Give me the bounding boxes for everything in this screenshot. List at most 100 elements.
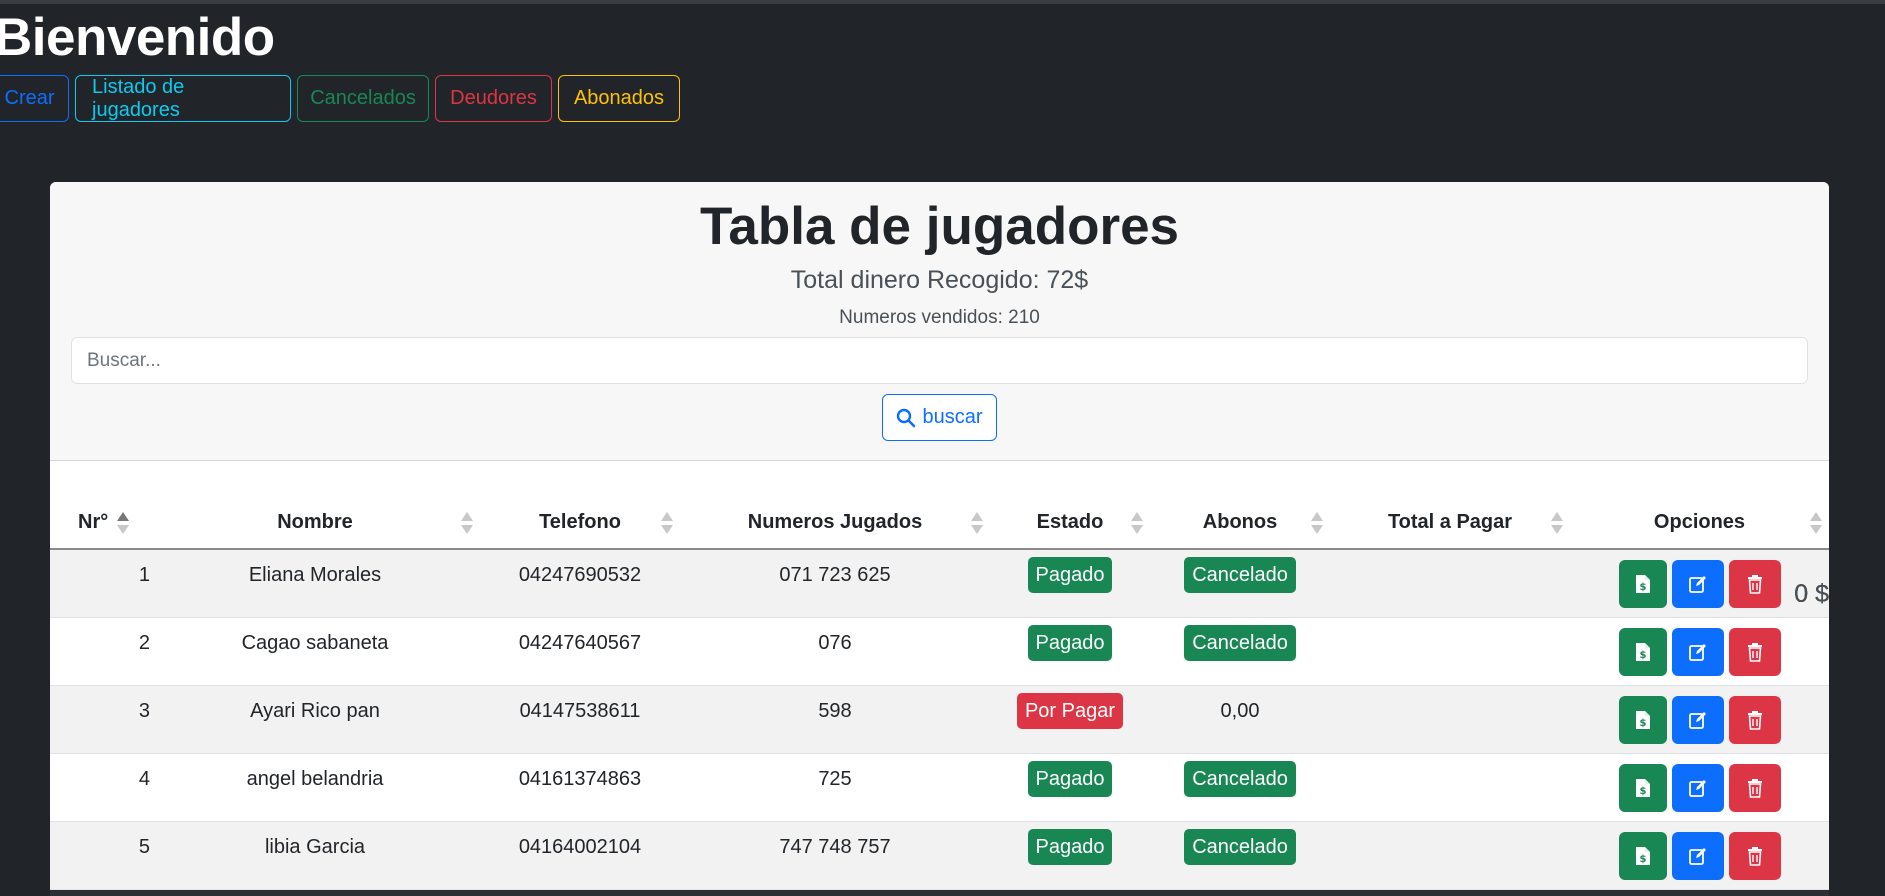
search-button-label: buscar: [922, 406, 983, 428]
cell-telefono: 04147538611: [519, 699, 641, 722]
estado-badge: Pagado: [1027, 624, 1113, 661]
cell-opciones: $: [1570, 753, 1829, 821]
players-table: Nr° Nombre Telefono Numeros Jugados Esta…: [50, 482, 1829, 890]
cell-telefono: 04164002104: [518, 835, 642, 858]
edit-button[interactable]: [1671, 831, 1724, 880]
abonos-value: Cancelado: [1184, 828, 1296, 865]
sort-icon: [1311, 512, 1323, 534]
table-row: 4 angel belandria 04161374863 725 Pagado…: [50, 580, 1829, 821]
cell-nr: 4: [138, 767, 150, 790]
column-header-abonos[interactable]: Abonos: [1150, 482, 1330, 549]
cell-nr: 3: [138, 699, 150, 722]
sort-icon: [461, 512, 473, 534]
edit-button[interactable]: [1671, 695, 1724, 744]
sort-icon: [1551, 512, 1563, 534]
cell-numeros: 725: [818, 767, 852, 790]
search-icon: [897, 408, 916, 427]
table-header-row: Nr° Nombre Telefono Numeros Jugados Esta…: [50, 482, 1829, 549]
cell-nombre: Ayari Rico pan: [250, 699, 380, 722]
estado-badge: Por Pagar: [1016, 692, 1124, 729]
card-header: Tabla de jugadores Total dinero Recogido…: [50, 182, 1829, 461]
cell-estado: Pagado: [990, 821, 1150, 889]
trash-icon: [1747, 778, 1762, 798]
column-header-nombre[interactable]: Nombre: [150, 482, 480, 549]
pencil-square-icon: [1688, 711, 1706, 729]
main-nav: Crear Listado de jugadores Cancelados De…: [0, 75, 680, 122]
abonos-value: 0,00: [1220, 699, 1260, 722]
edit-button[interactable]: [1671, 763, 1724, 812]
column-header-telefono[interactable]: Telefono: [480, 482, 680, 549]
cell-nombre: angel belandria: [246, 767, 384, 790]
cell-abonos: Cancelado: [1150, 753, 1330, 821]
cell-nombre: Cagao sabaneta: [241, 631, 389, 654]
cell-nr: 2: [138, 631, 150, 654]
abonos-value: Cancelado: [1184, 760, 1296, 797]
numbers-sold: Numeros vendidos: 210: [839, 307, 1040, 328]
cell-nr: 5: [138, 835, 150, 858]
column-header-nr[interactable]: Nr°: [50, 482, 150, 549]
table-row: 5 libia Garcia 04164002104 747 748 757 P…: [50, 580, 1829, 889]
cell-numeros: 598: [818, 699, 852, 722]
cell-abonos: Cancelado: [1150, 821, 1330, 889]
table-row: 2 Cagao sabaneta 04247640567 076 Pagado …: [50, 580, 1829, 685]
delete-button[interactable]: [1728, 763, 1781, 812]
invoice-button[interactable]: $: [1618, 763, 1667, 812]
estado-badge: Pagado: [1027, 828, 1113, 865]
svg-text:$: $: [1639, 650, 1646, 661]
abonos-value: Cancelado: [1184, 624, 1296, 661]
trash-icon: [1747, 642, 1762, 662]
file-dollar-icon: $: [1635, 710, 1650, 729]
file-dollar-icon: $: [1635, 642, 1650, 661]
abonados-button[interactable]: Abonados: [558, 75, 680, 122]
sort-icon: [661, 512, 673, 534]
cell-opciones: $: [1570, 685, 1829, 753]
delete-button[interactable]: [1728, 695, 1781, 744]
trash-icon: [1747, 846, 1762, 866]
delete-button[interactable]: [1728, 627, 1781, 676]
sort-icon: [971, 512, 983, 534]
column-header-total[interactable]: Total a Pagar: [1330, 482, 1570, 549]
estado-badge: Pagado: [1027, 760, 1113, 797]
cell-opciones: $: [1570, 617, 1829, 685]
search-input[interactable]: [71, 337, 1808, 384]
svg-text:$: $: [1639, 718, 1646, 729]
column-header-estado[interactable]: Estado: [990, 482, 1150, 549]
search-button[interactable]: buscar: [882, 394, 997, 441]
cell-abonos: 0,00: [1150, 685, 1330, 753]
svg-text:$: $: [1639, 786, 1646, 797]
file-dollar-icon: $: [1635, 846, 1650, 865]
deudores-button[interactable]: Deudores: [435, 75, 552, 122]
column-header-numeros[interactable]: Numeros Jugados: [680, 482, 990, 549]
cell-numeros: 747 748 757: [779, 835, 891, 858]
horizontal-scrollbar[interactable]: [50, 890, 1829, 896]
listado-jugadores-button[interactable]: Listado de jugadores: [75, 75, 291, 122]
window-top-edge: [0, 0, 1885, 4]
column-header-opciones[interactable]: Opciones: [1570, 482, 1829, 549]
sort-icon: [1131, 512, 1143, 534]
delete-button[interactable]: [1728, 831, 1781, 880]
card-title: Tabla de jugadores: [699, 197, 1180, 256]
cell-estado: Por Pagar: [990, 685, 1150, 753]
cell-nombre: libia Garcia: [264, 835, 366, 858]
pencil-square-icon: [1688, 779, 1706, 797]
crear-button[interactable]: Crear: [0, 75, 69, 122]
players-card: Tabla de jugadores Total dinero Recogido…: [50, 182, 1829, 896]
invoice-button[interactable]: $: [1618, 831, 1667, 880]
page-title: Bienvenido: [0, 8, 275, 67]
pencil-square-icon: [1688, 643, 1706, 661]
invoice-button[interactable]: $: [1618, 695, 1667, 744]
total-collected: Total dinero Recogido: 72$: [790, 266, 1089, 294]
cell-telefono: 04161374863: [518, 767, 642, 790]
sort-icon: [1810, 512, 1822, 534]
table-row: 3 Ayari Rico pan 04147538611 598 Por Pag…: [50, 580, 1829, 753]
cell-telefono: 04247640567: [518, 631, 642, 654]
invoice-button[interactable]: $: [1618, 627, 1667, 676]
trash-icon: [1747, 710, 1762, 730]
cell-estado: Pagado: [990, 753, 1150, 821]
cancelados-button[interactable]: Cancelados: [297, 75, 429, 122]
cell-total: 0 $: [1794, 580, 1829, 608]
edit-button[interactable]: [1671, 627, 1724, 676]
sort-icon: [117, 512, 129, 534]
cell-estado: Pagado: [990, 617, 1150, 685]
cell-opciones: $: [1570, 821, 1829, 889]
